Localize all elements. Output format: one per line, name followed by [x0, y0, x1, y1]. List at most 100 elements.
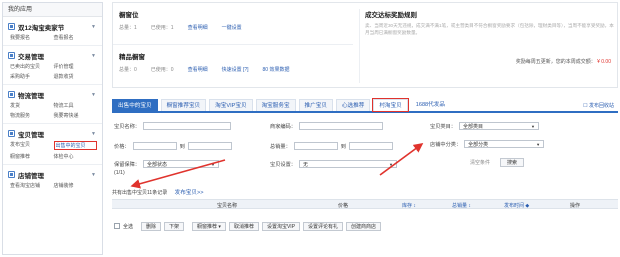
tab-rural-taobao-items[interactable]: 村淘宝贝: [372, 98, 409, 112]
tab-1688-dropship[interactable]: 1688代发品: [411, 99, 450, 111]
dropdown-arrow-icon: ▼: [388, 161, 393, 167]
reward-rules-title: 成交达标奖励规则: [365, 12, 417, 19]
sidebar-group-label: 双12淘宝卖家节: [18, 24, 65, 32]
store-category-select[interactable]: 全部分类 ▼: [464, 140, 545, 148]
weekly-sales-value: ¥ 0.00: [597, 59, 611, 65]
warranty-label: 保留保障：: [114, 161, 140, 168]
record-count-row: 共有出售中宝贝11条记录 发布宝贝>>: [112, 188, 204, 196]
weekly-sales-label: 奖励每周五更新，您的本周成交额：: [515, 59, 596, 65]
sidebar-link[interactable]: 已卖出的宝贝: [10, 63, 54, 70]
dropdown-arrow-icon: ▼: [530, 123, 535, 129]
search-button[interactable]: 搜索: [500, 158, 525, 167]
tab-window-recommend[interactable]: 橱窗推荐宝贝: [160, 99, 207, 111]
pager-indicator: (1/1): [114, 170, 125, 176]
tab-vip-items[interactable]: 淘宝VIP宝贝: [209, 99, 253, 111]
sales-min-input[interactable]: [293, 142, 338, 150]
chevron-down-icon[interactable]: ▼: [91, 172, 96, 178]
tab-selected-recommend[interactable]: 心选推荐: [335, 99, 371, 111]
merchant-code-label: 商家编码：: [270, 123, 296, 130]
col-header-actions: 操作: [570, 203, 581, 209]
set-vip-button[interactable]: 设置淘宝VIP: [261, 221, 301, 231]
tab-promotion-items[interactable]: 推广宝贝: [298, 99, 333, 111]
trade-icon: [8, 52, 15, 59]
category-field: 宝贝类目： 全部类目 ▼: [430, 122, 539, 130]
tab-service-items[interactable]: 淘宝服务宝: [255, 99, 296, 111]
sidebar-group-store: 店铺管理 ▼ 查看淘宝店铺 店铺装修: [3, 165, 102, 193]
delete-button[interactable]: 删除: [141, 221, 162, 231]
sidebar-link[interactable]: 我要寄快递: [54, 112, 98, 119]
select-all-checkbox[interactable]: [114, 223, 120, 229]
chevron-down-icon[interactable]: ▼: [91, 92, 96, 98]
range-to-label: 到: [179, 143, 185, 150]
sidebar-link[interactable]: 评价管理: [54, 63, 98, 70]
boutique-total: 总量：0: [119, 67, 137, 73]
sidebar-link[interactable]: 我要报名: [10, 34, 54, 41]
filter-buttons: 清空条件 搜索: [470, 158, 525, 167]
chevron-down-icon[interactable]: ▼: [91, 131, 96, 137]
sidebar-link[interactable]: 物流工具: [54, 102, 98, 109]
boutique-effect-data-link[interactable]: 80 效果数据: [263, 66, 290, 73]
box-icon: [8, 130, 15, 137]
select-all-label: 全选: [123, 223, 134, 230]
sidebar-link-selling-items[interactable]: 出售中的宝贝: [53, 141, 97, 150]
item-setting-select[interactable]: 无 ▼: [298, 160, 397, 168]
sidebar-group-double12: 双12淘宝卖家节 ▼ 我要报名 查看报名: [3, 17, 102, 46]
sidebar-group-header[interactable]: 店铺管理 ▼: [8, 170, 97, 180]
recycle-bin-link[interactable]: ☐ 发布回收站: [583, 102, 614, 109]
divider: [359, 9, 360, 83]
sidebar-link[interactable]: 发布宝贝: [10, 141, 54, 150]
merchant-code-input[interactable]: [298, 122, 383, 130]
weekly-sales-summary: 奖励每周五更新，您的本周成交额： ¥ 0.00: [516, 58, 611, 65]
col-header-publish-time[interactable]: 发布时间 ◆: [504, 202, 529, 209]
col-header-stock[interactable]: 库存 ↕: [402, 202, 416, 209]
cancel-recommend-button[interactable]: 取消推荐: [228, 221, 259, 231]
clear-filter-link[interactable]: 清空条件: [470, 159, 490, 166]
sales-label: 总销量：: [270, 143, 291, 150]
store-icon: [8, 171, 15, 178]
item-table-header: 宝贝名称 价格 库存 ↕ 总销量 ↕ 发布时间 ◆ 操作: [112, 199, 618, 209]
category-select[interactable]: 全部类目 ▼: [458, 122, 539, 130]
window-one-click-link[interactable]: 一键设置: [222, 24, 242, 31]
record-count-text: 共有出售中宝贝11条记录: [112, 190, 168, 196]
price-min-input[interactable]: [132, 142, 177, 150]
reward-rules-desc: 卖、当周近30天无违规，成交满不满1笔，或主营类目不符合橱窗奖励要求（包括除，理…: [365, 23, 614, 35]
create-store-button[interactable]: 创建商商店: [346, 221, 382, 231]
title-input[interactable]: [142, 122, 231, 130]
sales-field: 总销量： 到: [270, 142, 393, 150]
window-recommend-button[interactable]: 橱窗推荐 ▾: [192, 221, 226, 231]
sidebar-group-header[interactable]: 交易管理 ▼: [8, 51, 97, 61]
boutique-view-detail-link[interactable]: 查看明细: [188, 66, 208, 73]
sidebar-link[interactable]: 查看报名: [54, 34, 98, 41]
range-to-label: 到: [340, 143, 346, 150]
sidebar-link[interactable]: 店铺装修: [54, 182, 98, 189]
sales-max-input[interactable]: [348, 142, 393, 150]
sidebar-link[interactable]: 体检中心: [54, 153, 98, 160]
sidebar-link[interactable]: 物流服务: [10, 112, 54, 119]
price-max-input[interactable]: [187, 142, 232, 150]
warranty-select[interactable]: 全部状态 ▼: [142, 160, 219, 168]
sidebar-group-header[interactable]: 双12淘宝卖家节 ▼: [8, 22, 97, 32]
delist-button[interactable]: 下架: [164, 221, 185, 231]
merchant-code-field: 商家编码：: [270, 122, 383, 130]
release-item-link[interactable]: 发布宝贝>>: [175, 190, 204, 196]
sidebar-group-label: 店铺管理: [18, 172, 44, 180]
store-category-select-value: 全部分类: [468, 141, 489, 148]
tab-selling-items[interactable]: 出售中的宝贝: [112, 99, 158, 111]
sidebar-link[interactable]: 橱窗推荐: [10, 153, 54, 160]
sidebar-link[interactable]: 退款收货: [54, 73, 98, 80]
bulk-action-bar: 全选 删除 下架 橱窗推荐 ▾ 取消推荐 设置淘宝VIP 设置评论有礼 创建商商…: [112, 220, 618, 232]
sidebar-link[interactable]: 发货: [10, 102, 54, 109]
window-slot-title: 橱窗位: [119, 12, 139, 19]
sidebar-link[interactable]: 采购助手: [10, 73, 54, 80]
col-header-sales[interactable]: 总销量 ↕: [452, 202, 471, 209]
sidebar-link[interactable]: 查看淘宝店铺: [10, 182, 54, 189]
sidebar-group-header[interactable]: 宝贝管理 ▼: [8, 129, 97, 139]
boutique-quick-setup-link[interactable]: 快速设置 [?]: [222, 66, 249, 73]
chevron-down-icon[interactable]: ▼: [91, 53, 96, 59]
price-field: 价格： 到: [114, 142, 232, 150]
pager-text: (1/1): [114, 170, 125, 176]
sidebar-group-header[interactable]: 物流管理 ▼: [8, 90, 97, 100]
chevron-down-icon[interactable]: ▼: [91, 24, 96, 30]
set-review-gift-button[interactable]: 设置评论有礼: [303, 221, 344, 231]
window-view-detail-link[interactable]: 查看明细: [188, 24, 208, 31]
